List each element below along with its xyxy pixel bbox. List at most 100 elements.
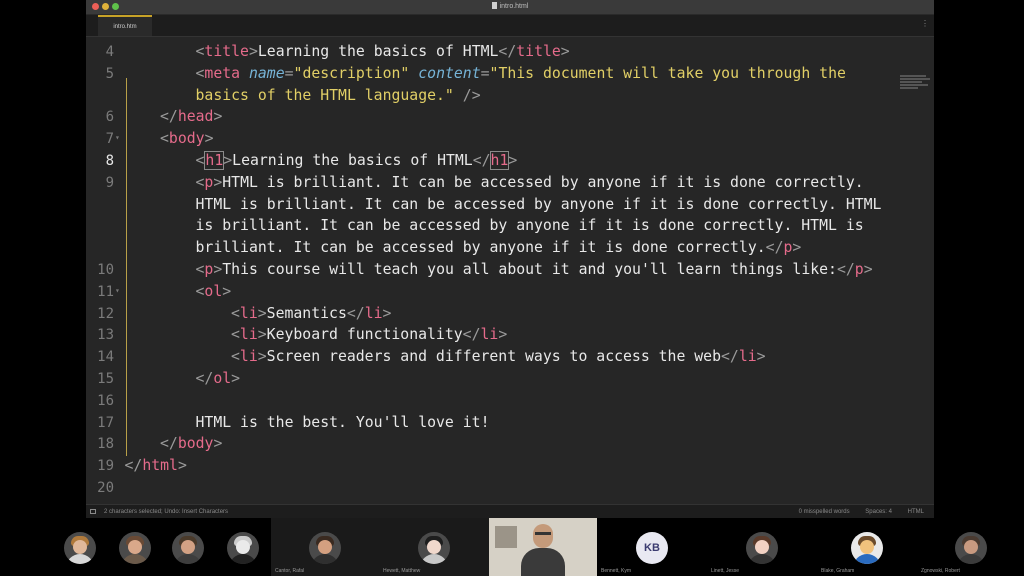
code-token-punct: </ xyxy=(462,326,481,344)
code-line[interactable]: brilliant. It can be accessed by anyone … xyxy=(86,237,886,259)
code-line[interactable]: 15 </ol> xyxy=(86,368,886,390)
participant-tile[interactable]: Linett, Jesse xyxy=(707,518,817,576)
line-number: 14 xyxy=(97,349,114,366)
code-line[interactable]: HTML is brilliant. It can be accessed by… xyxy=(86,194,886,216)
avatar-face xyxy=(318,540,332,554)
code-editor[interactable]: 4 <title>Learning the basics of HTML</tit… xyxy=(86,37,934,504)
minimap[interactable] xyxy=(900,75,932,95)
code-line[interactable]: 19 </html> xyxy=(86,455,886,477)
code-content: <li>Keyboard functionality</li> xyxy=(231,324,507,346)
participant-tile[interactable] xyxy=(160,518,215,576)
code-token-tag: title xyxy=(204,43,249,60)
code-token-txt: Semantics xyxy=(266,304,347,322)
code-line[interactable]: 13 <li>Keyboard functionality</li> xyxy=(86,324,886,346)
code-token-punct: < xyxy=(231,348,240,366)
code-content: <body> xyxy=(160,128,213,150)
code-token-txt: is brilliant. It can be accessed by anyo… xyxy=(195,217,864,235)
code-token-punct: > xyxy=(257,304,267,322)
code-content: HTML is the best. You'll love it! xyxy=(196,412,490,434)
code-token-punct: > xyxy=(213,173,223,191)
line-number: 13 xyxy=(97,327,114,344)
participant-tile[interactable] xyxy=(50,518,110,576)
initials-avatar: KB xyxy=(636,532,668,564)
code-content: </ol> xyxy=(196,368,241,390)
code-token-tag: html xyxy=(142,457,178,475)
code-token-punct: /> xyxy=(462,86,481,104)
code-line[interactable]: 4 <title>Learning the basics of HTML</tit… xyxy=(86,41,886,63)
code-token-punct: </ xyxy=(765,239,784,257)
speaker-body xyxy=(521,548,565,576)
code-line[interactable]: 5 <meta name="description" content="This … xyxy=(86,63,886,85)
participant-tile[interactable]: Blake, Graham xyxy=(817,518,917,576)
code-token-tag: li xyxy=(239,348,258,366)
code-token-str: "This document will take you through the xyxy=(489,64,846,82)
status-right: 0 misspelled words Spaces: 4 HTML xyxy=(785,505,924,518)
fold-toggle-icon[interactable]: ▾ xyxy=(115,128,120,148)
code-line[interactable]: 14 <li>Screen readers and different ways … xyxy=(86,346,886,368)
code-line[interactable]: 10 <p>This course will teach you all abou… xyxy=(86,259,886,281)
video-shelf xyxy=(495,526,517,548)
code-token-txt: Learning the basics of HTML xyxy=(257,43,499,60)
code-line[interactable]: 17 HTML is the best. You'll love it! xyxy=(86,412,886,434)
code-token-punct: < xyxy=(231,304,240,322)
participant-tile[interactable]: Cantor, Rafal xyxy=(271,518,379,576)
code-token-tag: li xyxy=(364,304,383,322)
status-spelling[interactable]: 0 misspelled words xyxy=(799,509,850,515)
line-number: 17 xyxy=(97,414,114,431)
code-line[interactable]: is brilliant. It can be accessed by anyo… xyxy=(86,215,886,237)
code-token-punct: > xyxy=(223,152,233,169)
code-line[interactable]: 16 xyxy=(86,390,886,412)
code-line[interactable]: 11 ▾ <ol> xyxy=(86,281,886,303)
code-token-punct: </ xyxy=(836,261,855,278)
code-line[interactable]: 12 <li>Semantics</li> xyxy=(86,303,886,325)
code-content: <li>Semantics</li> xyxy=(231,303,391,325)
code-token-tag: p xyxy=(204,173,214,191)
code-line[interactable]: 20 xyxy=(86,477,886,499)
code-line[interactable]: 7 ▾ <body> xyxy=(86,128,886,150)
active-speaker-video[interactable] xyxy=(489,518,597,576)
avatar-face xyxy=(860,540,874,554)
code-token-tag: ol xyxy=(204,282,223,300)
code-content: <title>Learning the basics of HTML</titl… xyxy=(196,41,570,63)
tab-bar: intro.htm ⋮ xyxy=(86,15,934,37)
avatar xyxy=(746,532,778,564)
participant-tile[interactable]: KB Bennett, Kym xyxy=(597,518,707,576)
code-line[interactable]: 9 <p>HTML is brilliant. It can be accesse… xyxy=(86,172,886,194)
line-number: 10 xyxy=(97,262,114,278)
more-vertical-icon[interactable]: ⋮ xyxy=(921,19,929,28)
code-token-tag: h1 xyxy=(489,151,510,170)
title-bar: intro.html xyxy=(86,0,934,15)
participant-tile[interactable] xyxy=(215,518,271,576)
status-indentation[interactable]: Spaces: 4 xyxy=(865,509,892,515)
code-token-punct: > xyxy=(498,326,508,344)
code-line[interactable]: 6 </head> xyxy=(86,106,886,128)
code-token-punct: > xyxy=(756,348,766,366)
status-syntax[interactable]: HTML xyxy=(908,509,924,515)
status-bar: 2 characters selected; Undo: Insert Char… xyxy=(86,504,934,518)
participant-tile[interactable]: Zgnowski, Robert xyxy=(917,518,1024,576)
minimap-line xyxy=(900,87,918,89)
avatar-face xyxy=(427,540,441,554)
avatar-body xyxy=(173,554,202,564)
code-token-punct: </ xyxy=(346,304,365,322)
code-token-punct: </ xyxy=(721,348,739,366)
participant-tile[interactable]: Hewett, Matthew xyxy=(379,518,489,576)
avatar xyxy=(171,532,204,564)
line-number: 16 xyxy=(97,392,114,409)
code-line[interactable]: basics of the HTML language." /> xyxy=(86,85,886,107)
participant-tile[interactable] xyxy=(110,518,160,576)
code-line[interactable]: 18 </body> xyxy=(86,433,886,455)
code-line[interactable]: 8 <h1>Learning the basics of HTML</h1> xyxy=(86,150,886,172)
code-token-txt: HTML is the best. You'll love it! xyxy=(195,413,490,431)
participant-name: Zgnowski, Robert xyxy=(921,568,960,574)
panel-toggle-icon[interactable] xyxy=(90,509,96,514)
code-token-txt: HTML is brilliant. It can be accessed by… xyxy=(222,173,864,191)
code-content: brilliant. It can be accessed by anyone … xyxy=(196,237,802,259)
tab-intro-htm[interactable]: intro.htm xyxy=(98,15,152,36)
code-token-punct: > xyxy=(257,326,267,344)
code-token-txt: This course will teach you all about it … xyxy=(222,261,837,278)
line-number: 20 xyxy=(97,480,114,496)
code-token-punct: </ xyxy=(160,435,178,453)
avatar-body xyxy=(853,554,881,564)
fold-toggle-icon[interactable]: ▾ xyxy=(115,281,120,301)
